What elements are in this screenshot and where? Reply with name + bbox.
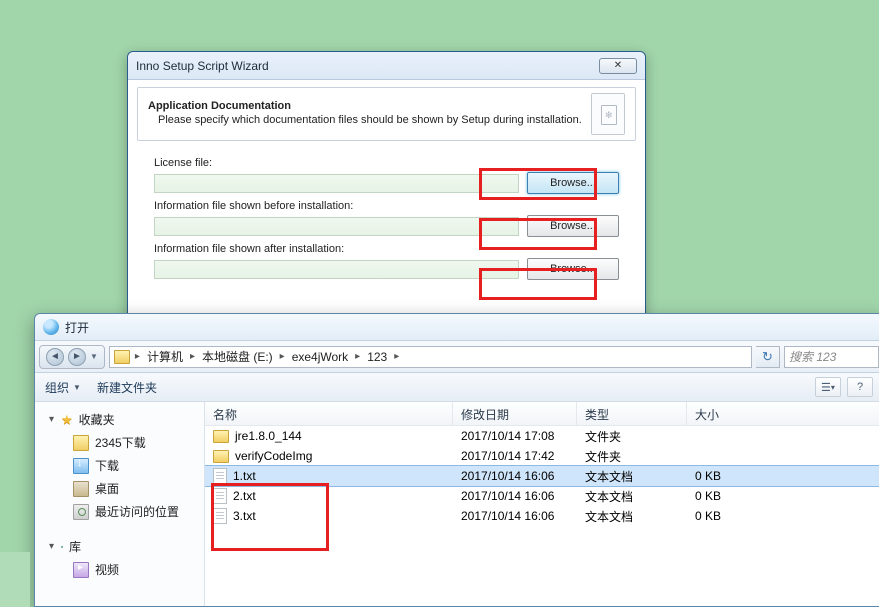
globe-icon	[43, 319, 59, 335]
info-after-input[interactable]	[154, 260, 519, 279]
folder-icon	[213, 430, 229, 443]
folder-row[interactable]: verifyCodeImg 2017/10/14 17:42文件夹	[205, 446, 879, 466]
sidebar-item-recent[interactable]: 最近访问的位置	[39, 500, 200, 523]
license-file-label: License file:	[154, 157, 619, 169]
file-type: 文件夹	[577, 428, 687, 445]
video-icon	[73, 562, 89, 578]
open-dialog-toolbar: 组织 ▼ 新建文件夹 ☰▾ ?	[35, 373, 879, 402]
view-options-button[interactable]: ☰▾	[815, 377, 841, 397]
file-name: verifyCodeImg	[235, 449, 312, 463]
column-header-date[interactable]: 修改日期	[453, 402, 577, 425]
text-file-icon	[213, 488, 227, 504]
file-date: 2017/10/14 17:08	[453, 429, 577, 443]
info-before-label: Information file shown before installati…	[154, 200, 619, 212]
file-size: 0 KB	[687, 489, 879, 503]
sidebar-libraries-group[interactable]: ▾ 库	[39, 535, 200, 558]
sidebar-nav: ▾ ★ 收藏夹 2345下载 下载 桌面 最近访问的位置 ▾ 库 视频	[35, 402, 205, 606]
browse-info-after-button[interactable]: Browse...	[527, 258, 619, 280]
file-row[interactable]: 1.txt 2017/10/14 16:06文本文档0 KB	[205, 466, 879, 486]
file-type: 文件夹	[577, 448, 687, 465]
browse-info-before-button[interactable]: Browse...	[527, 215, 619, 237]
file-list-pane: 名称 修改日期 类型 大小 jre1.8.0_144 2017/10/14 17:…	[205, 402, 879, 606]
folder-icon	[73, 435, 89, 451]
file-name: 2.txt	[233, 489, 256, 503]
license-file-input[interactable]	[154, 174, 519, 193]
file-size: 0 KB	[687, 509, 879, 523]
wizard-body: License file: Browse... Information file…	[128, 141, 645, 280]
recent-icon	[73, 504, 89, 520]
star-icon: ★	[61, 412, 73, 428]
desktop-icon	[73, 481, 89, 497]
nav-arrows-group: ◄ ► ▼	[39, 345, 105, 369]
open-dialog-navbar: ◄ ► ▼ ▸ 计算机 ▸ 本地磁盘 (E:) ▸ exe4jWork ▸ 12…	[35, 341, 879, 373]
close-icon: ✕	[614, 60, 622, 71]
breadcrumb-segment[interactable]: 计算机	[142, 347, 188, 367]
sidebar-favorites-group[interactable]: ▾ ★ 收藏夹	[39, 408, 200, 431]
column-header-type[interactable]: 类型	[577, 402, 687, 425]
sidebar-item-desktop[interactable]: 桌面	[39, 477, 200, 500]
nav-forward-button[interactable]: ►	[66, 347, 88, 367]
chevron-down-icon: ▼	[73, 383, 81, 392]
file-row[interactable]: 3.txt 2017/10/14 16:06文本文档0 KB	[205, 506, 879, 526]
file-name: 3.txt	[233, 509, 256, 523]
column-header-name[interactable]: 名称	[205, 402, 453, 425]
breadcrumb-segment[interactable]: 本地磁盘 (E:)	[197, 347, 278, 367]
new-folder-button[interactable]: 新建文件夹	[97, 379, 157, 396]
file-date: 2017/10/14 16:06	[453, 469, 577, 483]
breadcrumb[interactable]: ▸ 计算机 ▸ 本地磁盘 (E:) ▸ exe4jWork ▸ 123 ▸	[109, 346, 752, 368]
sidebar-item-video[interactable]: 视频	[39, 558, 200, 581]
close-button[interactable]: ✕	[599, 58, 637, 74]
help-button[interactable]: ?	[847, 377, 873, 397]
chevron-down-icon: ▾	[49, 414, 61, 425]
breadcrumb-segment[interactable]: exe4jWork	[287, 347, 353, 367]
file-open-dialog: 打开 ◄ ► ▼ ▸ 计算机 ▸ 本地磁盘 (E:) ▸ exe4jWork ▸…	[34, 313, 879, 607]
wizard-title: Inno Setup Script Wizard	[136, 59, 599, 73]
chevron-down-icon: ▾	[49, 541, 61, 552]
inno-wizard-window: Inno Setup Script Wizard ✕ Application D…	[127, 51, 646, 320]
organize-menu[interactable]: 组织 ▼	[45, 379, 81, 396]
folder-icon	[213, 450, 229, 463]
wizard-header-desc: Please specify which documentation files…	[148, 114, 591, 128]
document-icon: ✻	[591, 93, 625, 135]
folder-row[interactable]: jre1.8.0_144 2017/10/14 17:08文件夹	[205, 426, 879, 446]
file-name: jre1.8.0_144	[235, 429, 302, 443]
breadcrumb-segment[interactable]: 123	[362, 347, 392, 367]
wizard-header-text: Application Documentation Please specify…	[148, 100, 591, 128]
browse-license-button[interactable]: Browse...	[527, 172, 619, 194]
nav-history-dropdown[interactable]: ▼	[88, 352, 100, 361]
search-placeholder: 搜索 123	[789, 348, 836, 365]
folder-icon	[114, 350, 130, 364]
search-input[interactable]: 搜索 123	[784, 346, 879, 368]
file-row[interactable]: 2.txt 2017/10/14 16:06文本文档0 KB	[205, 486, 879, 506]
file-date: 2017/10/14 17:42	[453, 449, 577, 463]
file-name: 1.txt	[233, 469, 256, 483]
column-header-size[interactable]: 大小	[687, 402, 879, 425]
open-dialog-title: 打开	[65, 319, 89, 336]
library-icon	[61, 546, 63, 548]
open-dialog-titlebar: 打开	[35, 314, 879, 341]
wizard-header-title: Application Documentation	[148, 100, 591, 112]
sidebar-item-2345[interactable]: 2345下载	[39, 431, 200, 454]
file-date: 2017/10/14 16:06	[453, 509, 577, 523]
nav-back-button[interactable]: ◄	[44, 347, 66, 367]
file-type: 文本文档	[577, 468, 687, 485]
text-file-icon	[213, 508, 227, 524]
sidebar-item-downloads[interactable]: 下载	[39, 454, 200, 477]
info-before-input[interactable]	[154, 217, 519, 236]
wizard-titlebar: Inno Setup Script Wizard ✕	[128, 52, 645, 80]
desktop-edge	[0, 552, 30, 607]
file-date: 2017/10/14 16:06	[453, 489, 577, 503]
file-type: 文本文档	[577, 508, 687, 525]
file-type: 文本文档	[577, 488, 687, 505]
file-size: 0 KB	[687, 469, 879, 483]
text-file-icon	[213, 468, 227, 484]
refresh-button[interactable]: ↻	[756, 346, 780, 368]
downloads-icon	[73, 458, 89, 474]
info-after-label: Information file shown after installatio…	[154, 243, 619, 255]
wizard-header: Application Documentation Please specify…	[137, 87, 636, 141]
file-list-header: 名称 修改日期 类型 大小	[205, 402, 879, 426]
